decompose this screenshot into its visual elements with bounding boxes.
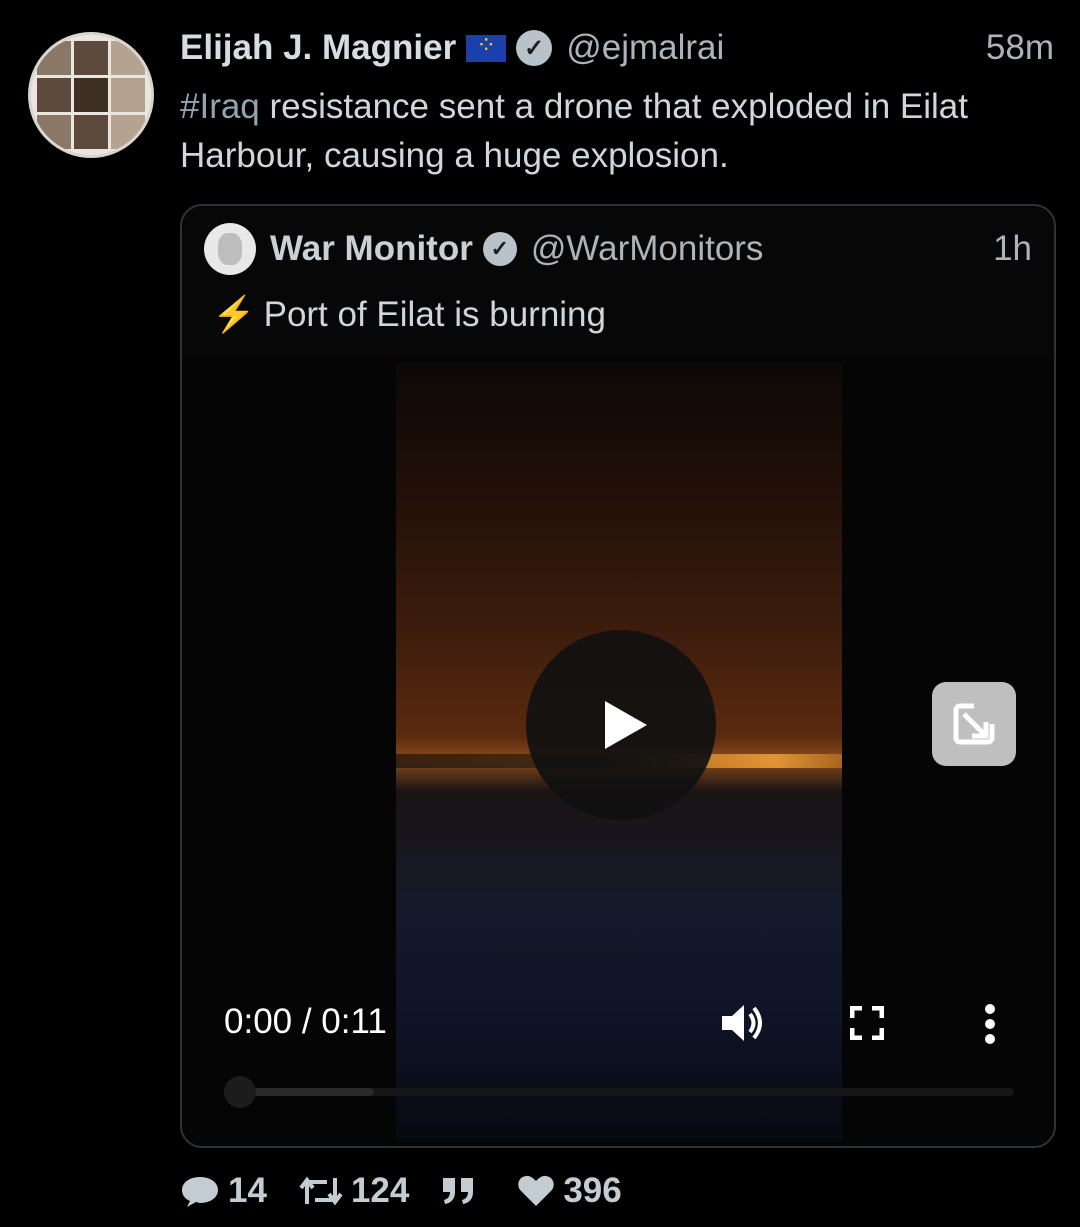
like-count: 396 xyxy=(563,1171,622,1210)
retweet-count: 124 xyxy=(350,1171,410,1210)
eu-flag-icon xyxy=(466,31,507,62)
video-time-display: 0:00 / 0:11 xyxy=(224,1002,387,1041)
quoted-tweet-header: War Monitor ✓ @WarMonitors 1h xyxy=(204,222,1032,276)
retweet-icon xyxy=(299,1176,343,1206)
tweet-text: #Iraq resistance sent a drone that explo… xyxy=(180,82,1040,180)
tweet-header: Elijah J. Magnier ✓ @ejmalrai 58m xyxy=(180,26,1054,70)
hashtag-link[interactable]: #Iraq xyxy=(180,87,260,126)
quoted-text-body: Port of Eilat is burning xyxy=(263,295,606,334)
retweet-button[interactable]: 124 xyxy=(299,1171,409,1211)
pip-arrow-icon xyxy=(953,703,995,745)
tweet-body: resistance sent a drone that exploded in… xyxy=(180,87,969,175)
quoted-timestamp[interactable]: 1h xyxy=(993,229,1032,269)
verified-badge-icon: ✓ xyxy=(516,30,553,66)
video-scrubber-handle[interactable] xyxy=(224,1076,256,1108)
video-progress-bar[interactable] xyxy=(224,1088,1014,1096)
reply-button[interactable]: 14 xyxy=(180,1171,267,1211)
reply-count: 14 xyxy=(228,1171,267,1210)
video-player[interactable]: 0:00 / 0:11 xyxy=(182,358,1054,1146)
play-button[interactable] xyxy=(526,630,716,820)
like-button[interactable]: 396 xyxy=(517,1171,622,1211)
verified-badge-icon: ✓ xyxy=(482,232,517,266)
picture-in-picture-button[interactable] xyxy=(932,682,1016,766)
lightning-bolt-icon: ⚡ xyxy=(212,295,256,334)
tweet-timestamp[interactable]: 58m xyxy=(986,28,1054,68)
author-handle[interactable]: @ejmalrai xyxy=(566,28,724,68)
quoted-author-handle[interactable]: @WarMonitors xyxy=(531,229,764,269)
quote-button[interactable] xyxy=(441,1176,485,1206)
author-name[interactable]: Elijah J. Magnier xyxy=(180,28,456,68)
reply-icon xyxy=(182,1177,218,1207)
quoted-author-name[interactable]: War Monitor xyxy=(270,229,473,269)
quoted-tweet-text: ⚡ Port of Eilat is burning xyxy=(212,294,606,335)
tweet-actions: 14 124 396 xyxy=(180,1168,654,1214)
quoted-tweet-card[interactable]: War Monitor ✓ @WarMonitors 1h ⚡ Port of E… xyxy=(180,204,1056,1148)
heart-icon xyxy=(518,1175,555,1206)
play-icon xyxy=(605,701,647,749)
author-avatar[interactable] xyxy=(28,32,154,158)
quote-icon xyxy=(443,1178,474,1204)
quoted-author-avatar[interactable] xyxy=(204,223,256,275)
fullscreen-icon[interactable] xyxy=(850,1006,884,1040)
more-options-icon[interactable] xyxy=(984,1004,996,1044)
volume-icon[interactable] xyxy=(720,1002,764,1044)
